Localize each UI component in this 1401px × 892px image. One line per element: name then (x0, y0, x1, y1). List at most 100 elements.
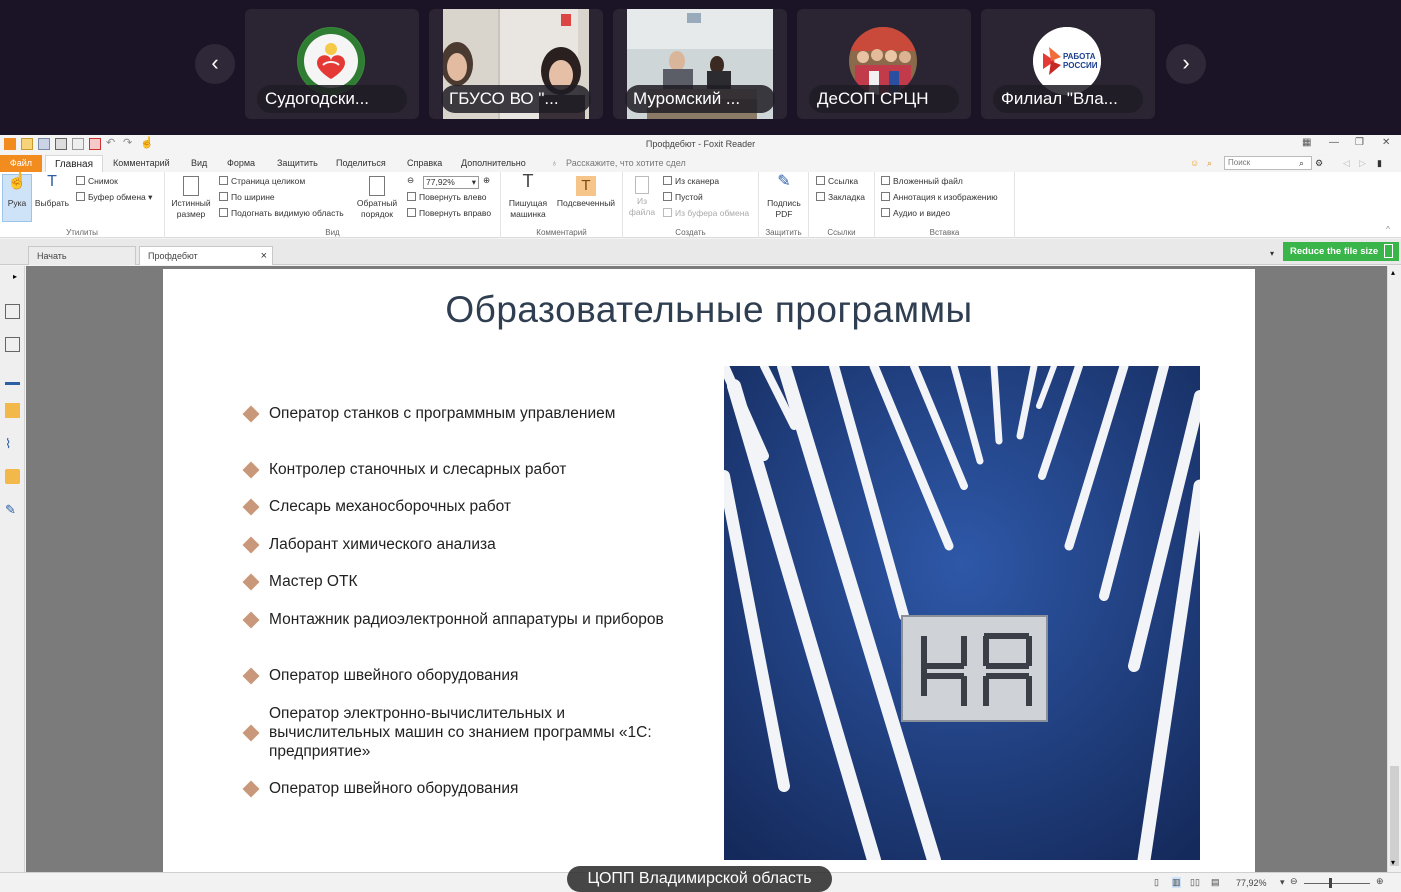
group-label: Вставка (929, 228, 960, 237)
fit-width-button[interactable]: По ширине (219, 192, 275, 202)
file-icon (635, 176, 649, 194)
blank-button[interactable]: Пустой (663, 192, 703, 202)
tab-extras[interactable]: Дополнительно (461, 158, 526, 168)
search-icon[interactable]: ⌕ (1299, 158, 1304, 169)
from-file-button[interactable]: Из файла (627, 176, 657, 218)
link-icon (816, 176, 825, 185)
scroll-thumb[interactable] (1390, 766, 1399, 866)
ribbon-group-create: Из файла Из сканера Пустой Из буфера обме… (623, 172, 759, 238)
tab-document[interactable]: Профдебют × (139, 246, 273, 265)
participant-tile[interactable]: Муромский ... (613, 9, 787, 119)
zoom-readout[interactable]: 77,92% (1236, 878, 1267, 888)
typewriter-button[interactable]: T Пишущая машинка (507, 171, 549, 220)
clipboard-icon (76, 192, 85, 201)
tab-form[interactable]: Форма (227, 158, 255, 168)
zoom-select[interactable]: 77,92% ▾ (423, 176, 479, 189)
audio-video-button[interactable]: Аудио и видео (881, 208, 950, 218)
continuous-facing-icon[interactable]: ▤ (1211, 877, 1220, 888)
participant-tile[interactable]: ГБУСО ВО "... (429, 9, 603, 119)
zoom-slider[interactable] (1304, 883, 1370, 884)
from-scanner-button[interactable]: Из сканера (663, 176, 719, 186)
image-annotation-button[interactable]: Аннотация к изображению (881, 192, 998, 202)
fit-visible-icon (219, 208, 228, 217)
tab-share[interactable]: Поделиться (336, 158, 386, 168)
attachments-panel-icon[interactable]: ⌇ (5, 436, 20, 451)
fit-page-icon (219, 176, 228, 185)
document-view[interactable]: Образовательные программы Оператор станк… (26, 266, 1387, 875)
participant-tile[interactable]: Судогодски... (245, 9, 419, 119)
snapshot-button[interactable]: Снимок (76, 176, 118, 186)
close-window-button[interactable]: ✕ (1382, 137, 1390, 148)
comments-panel-icon[interactable] (5, 403, 20, 418)
participant-tile[interactable]: РАБОТА РОССИИ Филиал "Вла... (981, 9, 1155, 119)
slide-photo (724, 366, 1200, 860)
signatures-panel-icon[interactable]: ✎ (5, 502, 20, 517)
single-page-icon[interactable]: ▯ (1154, 877, 1159, 888)
gear-icon[interactable]: ⚙ (1315, 158, 1323, 169)
minimize-button[interactable]: — (1329, 137, 1339, 148)
zoom-slider-handle[interactable] (1329, 878, 1332, 888)
file-menu[interactable]: Файл (0, 155, 42, 172)
hand-button[interactable]: ☝ Рука (3, 174, 31, 209)
fit-page-button[interactable]: Страница целиком (219, 176, 305, 186)
security-panel-icon[interactable] (5, 469, 20, 484)
from-clipboard-button[interactable]: Из буфера обмена (663, 208, 749, 218)
diamond-bullet-icon (242, 573, 260, 590)
search-doc-icon[interactable]: ⌕ (1207, 158, 1212, 169)
list-item: Оператор электронно-вычислительных и выч… (242, 704, 683, 761)
link-button[interactable]: Ссылка (816, 176, 858, 186)
tab-help[interactable]: Справка (407, 158, 442, 168)
close-tab-icon[interactable]: × (261, 247, 267, 265)
tab-home[interactable]: Главная (45, 155, 103, 173)
tab-view[interactable]: Вид (191, 158, 207, 168)
sign-pdf-button[interactable]: ✎ Подпись PDF (763, 174, 805, 220)
diamond-bullet-icon (242, 611, 260, 628)
tubes-photo (724, 366, 1200, 860)
reverse-order-button[interactable]: Обратный порядок (355, 176, 399, 220)
zoom-in-icon[interactable]: ⊕ (1376, 876, 1384, 887)
fit-visible-button[interactable]: Подогнать видимую область (219, 208, 344, 218)
tell-me-field[interactable]: Расскажите, что хотите сдел (566, 158, 686, 168)
back-icon[interactable]: ◁ (1343, 158, 1350, 169)
list-item: Оператор швейного оборудования (242, 779, 683, 798)
zoom-dropdown-icon[interactable]: ▾ (1280, 877, 1285, 888)
tab-list-icon[interactable]: ▾ (1270, 249, 1274, 258)
group-label: Создать (675, 228, 706, 237)
next-participants-button[interactable]: › (1166, 44, 1206, 84)
tab-start[interactable]: Начать (28, 246, 136, 265)
vertical-scrollbar[interactable]: ▴ ▾ (1387, 266, 1401, 872)
reduce-file-size-button[interactable]: Reduce the file size (1283, 242, 1399, 261)
continuous-page-icon[interactable]: ▥ (1172, 877, 1181, 888)
zoom-out-icon[interactable]: ⊖ (407, 175, 414, 186)
bookmarks-panel-icon[interactable] (5, 304, 20, 319)
facing-page-icon[interactable]: ▯▯ (1190, 877, 1200, 888)
layout-icon[interactable]: ▦ (1302, 137, 1311, 148)
actual-size-button[interactable]: Истинный размер (169, 176, 213, 220)
pages-panel-icon[interactable] (5, 337, 20, 352)
rotate-right-button[interactable]: Повернуть вправо (407, 208, 491, 218)
expand-pane-icon[interactable]: ▸ (13, 272, 17, 281)
clipboard-button[interactable]: Буфер обмена ▾ (76, 192, 152, 203)
rotate-left-button[interactable]: Повернуть влево (407, 192, 487, 202)
layers-panel-icon[interactable] (5, 370, 20, 385)
chevron-down-icon: ▾ (471, 177, 476, 187)
forward-icon[interactable]: ▷ (1359, 158, 1366, 169)
participant-tile[interactable]: ДеСОП СРЦН (797, 9, 971, 119)
typewriter-icon: T (522, 171, 534, 191)
select-button[interactable]: T Выбрать (33, 174, 71, 209)
bookmark-button[interactable]: Закладка (816, 192, 865, 202)
scroll-up-icon[interactable]: ▴ (1391, 268, 1395, 277)
tab-protect[interactable]: Защитить (277, 158, 318, 168)
previous-participants-button[interactable]: ‹ (195, 44, 235, 84)
ribbon-group-links: Ссылка Закладка Ссылки (809, 172, 875, 238)
highlight-button[interactable]: T Подсвеченный (553, 176, 619, 209)
restore-button[interactable]: ❐ (1355, 137, 1364, 148)
attachment-button[interactable]: Вложенный файл (881, 176, 963, 186)
user-icon[interactable]: ▮ (1377, 158, 1382, 169)
scroll-down-icon[interactable]: ▾ (1391, 858, 1395, 867)
zoom-in-icon[interactable]: ⊕ (483, 175, 490, 186)
smile-icon[interactable]: ☺ (1190, 158, 1199, 168)
collapse-ribbon-icon[interactable]: ^ (1386, 224, 1390, 234)
zoom-out-icon[interactable]: ⊖ (1290, 876, 1298, 887)
tab-comment[interactable]: Комментарий (113, 158, 170, 168)
